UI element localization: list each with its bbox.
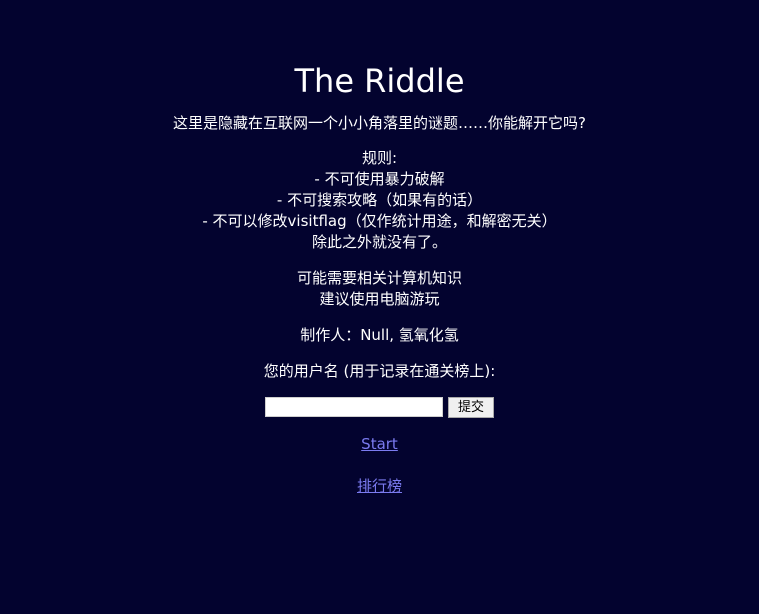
username-form: 提交 bbox=[0, 396, 759, 418]
author-credit: 制作人：Null, 氢氧化氢 bbox=[300, 326, 459, 344]
rules-heading: 规则: bbox=[361, 149, 398, 167]
submit-button[interactable]: 提交 bbox=[447, 396, 494, 418]
username-label: 您的用户名 (用于记录在通关榜上): bbox=[263, 362, 496, 380]
page-title: The Riddle bbox=[294, 62, 465, 100]
leaderboard-link-row: 排行榜 bbox=[0, 476, 759, 497]
hint-line: 可能需要相关计算机知识 bbox=[296, 269, 462, 287]
rule-item: - 不可以修改visitflag（仅作统计用途，和解密无关） bbox=[202, 212, 557, 230]
start-link[interactable]: Start bbox=[361, 435, 398, 453]
rules-footer: 除此之外就没有了。 bbox=[311, 233, 447, 251]
intro-text: 这里是隐藏在互联网一个小小角落里的谜题……你能解开它吗? bbox=[173, 114, 586, 132]
riddle-page: The Riddle 这里是隐藏在互联网一个小小角落里的谜题……你能解开它吗? … bbox=[0, 0, 759, 614]
hint-line: 建议使用电脑游玩 bbox=[319, 290, 440, 308]
rule-item: - 不可使用暴力破解 bbox=[314, 170, 445, 188]
username-input[interactable] bbox=[264, 397, 443, 417]
start-link-row: Start bbox=[0, 434, 759, 455]
rule-item: - 不可搜索攻略（如果有的话） bbox=[276, 191, 483, 209]
hint-block: 可能需要相关计算机知识 建议使用电脑游玩 bbox=[0, 268, 759, 310]
leaderboard-link[interactable]: 排行榜 bbox=[357, 477, 402, 495]
rules-block: 规则: - 不可使用暴力破解 - 不可搜索攻略（如果有的话） - 不可以修改vi… bbox=[0, 148, 759, 253]
